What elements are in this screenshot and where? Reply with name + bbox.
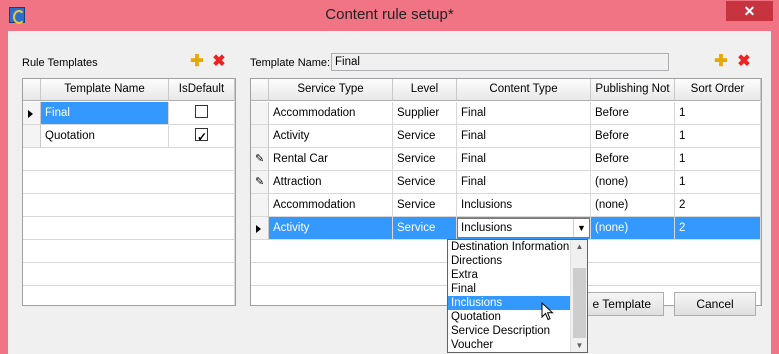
dropdown-option[interactable]: Quotation [448, 310, 587, 324]
template-name-cell[interactable]: Final [41, 102, 169, 125]
level-cell[interactable]: Service [393, 194, 457, 217]
rules-header-corner [251, 79, 269, 101]
sort-order-cell[interactable]: 1 [675, 102, 761, 125]
service-type-cell[interactable]: Activity [269, 217, 393, 240]
col-service-type[interactable]: Service Type [269, 79, 393, 101]
empty-row [23, 217, 235, 240]
row-header[interactable]: ✎ [251, 148, 269, 171]
level-cell[interactable]: Service [393, 171, 457, 194]
current-row-arrow-icon [256, 225, 261, 233]
rule-templates-label: Rule Templates [22, 57, 98, 69]
sort-order-cell[interactable]: 2 [675, 194, 761, 217]
template-name-input[interactable]: Final [331, 53, 669, 71]
pencil-icon: ✎ [255, 176, 265, 188]
row-header[interactable] [251, 102, 269, 125]
empty-row [23, 171, 235, 194]
col-publishing[interactable]: Publishing Not [591, 79, 675, 101]
service-type-cell[interactable]: Activity [269, 125, 393, 148]
templates-header-corner [23, 79, 41, 101]
isdefault-checkbox[interactable] [195, 126, 208, 147]
publishing-cell[interactable]: Before [591, 125, 675, 148]
templates-grid: Template Name IsDefault Final Quotation [22, 78, 236, 306]
level-cell[interactable]: Service [393, 125, 457, 148]
publishing-cell[interactable]: Before [591, 148, 675, 171]
publishing-cell[interactable]: (none) [591, 194, 675, 217]
content-type-combo[interactable]: Inclusions ▼ [457, 218, 590, 238]
isdefault-cell[interactable] [169, 125, 235, 148]
add-rule-icon[interactable]: ✚ [714, 54, 728, 70]
empty-row [23, 263, 235, 286]
chevron-down-icon[interactable]: ▼ [573, 219, 589, 237]
close-button[interactable]: ✕ [726, 1, 773, 21]
col-level[interactable]: Level [393, 79, 457, 101]
publishing-cell[interactable]: Before [591, 102, 675, 125]
level-cell[interactable]: Service [393, 148, 457, 171]
dropdown-option[interactable]: Inclusions [448, 296, 587, 310]
dropdown-option[interactable]: Service Description [448, 324, 587, 338]
empty-row [23, 148, 235, 171]
level-cell[interactable]: Supplier [393, 102, 457, 125]
isdefault-cell[interactable] [169, 102, 235, 125]
dropdown-option[interactable]: Directions [448, 254, 587, 268]
service-type-cell[interactable]: Accommodation [269, 102, 393, 125]
publishing-cell[interactable]: (none) [591, 171, 675, 194]
content-type-cell[interactable]: Final [457, 148, 591, 171]
template-name-label: Template Name: [250, 57, 331, 69]
empty-row [23, 286, 235, 305]
template-name-cell[interactable]: Quotation [41, 125, 169, 148]
col-isdefault[interactable]: IsDefault [169, 79, 235, 101]
dialog-client: Rule Templates ✚ ✖ Template Name IsDefau… [8, 31, 771, 354]
content-type-cell[interactable]: Final [457, 125, 591, 148]
service-type-cell[interactable]: Rental Car [269, 148, 393, 171]
empty-row [23, 240, 235, 263]
sort-order-cell[interactable]: 2 [675, 217, 761, 240]
row-header[interactable] [23, 102, 41, 125]
sort-order-cell[interactable]: 1 [675, 125, 761, 148]
row-header[interactable] [251, 217, 269, 240]
dropdown-option[interactable]: Destination Information [448, 240, 587, 254]
sort-order-cell[interactable]: 1 [675, 148, 761, 171]
add-template-icon[interactable]: ✚ [190, 54, 204, 70]
scroll-up-icon[interactable]: ▲ [571, 242, 587, 251]
row-header[interactable]: ✎ [251, 171, 269, 194]
delete-template-icon[interactable]: ✖ [212, 54, 226, 70]
dropdown-scrollbar[interactable]: ▲ ▼ [570, 240, 587, 352]
level-cell[interactable]: Service [393, 217, 457, 240]
row-header[interactable] [251, 125, 269, 148]
service-type-cell[interactable]: Attraction [269, 171, 393, 194]
content-type-dropdown: Destination Information Directions Extra… [447, 239, 588, 353]
cancel-button[interactable]: Cancel [674, 292, 756, 316]
service-type-cell[interactable]: Accommodation [269, 194, 393, 217]
content-type-combo-value: Inclusions [461, 222, 513, 234]
content-type-cell[interactable]: Final [457, 171, 591, 194]
col-template-name[interactable]: Template Name [41, 79, 169, 101]
dropdown-option[interactable]: Extra [448, 268, 587, 282]
scroll-thumb[interactable] [573, 268, 586, 338]
row-header[interactable] [23, 125, 41, 148]
scroll-down-icon[interactable]: ▼ [571, 341, 587, 350]
mouse-cursor-icon [541, 302, 554, 321]
dropdown-option[interactable]: Final [448, 282, 587, 296]
delete-rule-icon[interactable]: ✖ [737, 54, 751, 70]
col-content-type[interactable]: Content Type [457, 79, 591, 101]
window-title: Content rule setup* [325, 6, 454, 23]
dropdown-option[interactable]: Voucher [448, 338, 587, 352]
pencil-icon: ✎ [255, 153, 265, 165]
col-sort-order[interactable]: Sort Order [675, 79, 761, 101]
current-row-arrow-icon [28, 110, 33, 118]
title-bar: Content rule setup* ✕ [0, 0, 779, 30]
sort-order-cell[interactable]: 1 [675, 171, 761, 194]
content-type-cell[interactable]: Inclusions [457, 194, 591, 217]
row-header[interactable] [251, 194, 269, 217]
publishing-cell[interactable]: (none) [591, 217, 675, 240]
empty-row [23, 194, 235, 217]
content-type-cell[interactable]: Final [457, 102, 591, 125]
isdefault-checkbox[interactable] [195, 105, 208, 119]
